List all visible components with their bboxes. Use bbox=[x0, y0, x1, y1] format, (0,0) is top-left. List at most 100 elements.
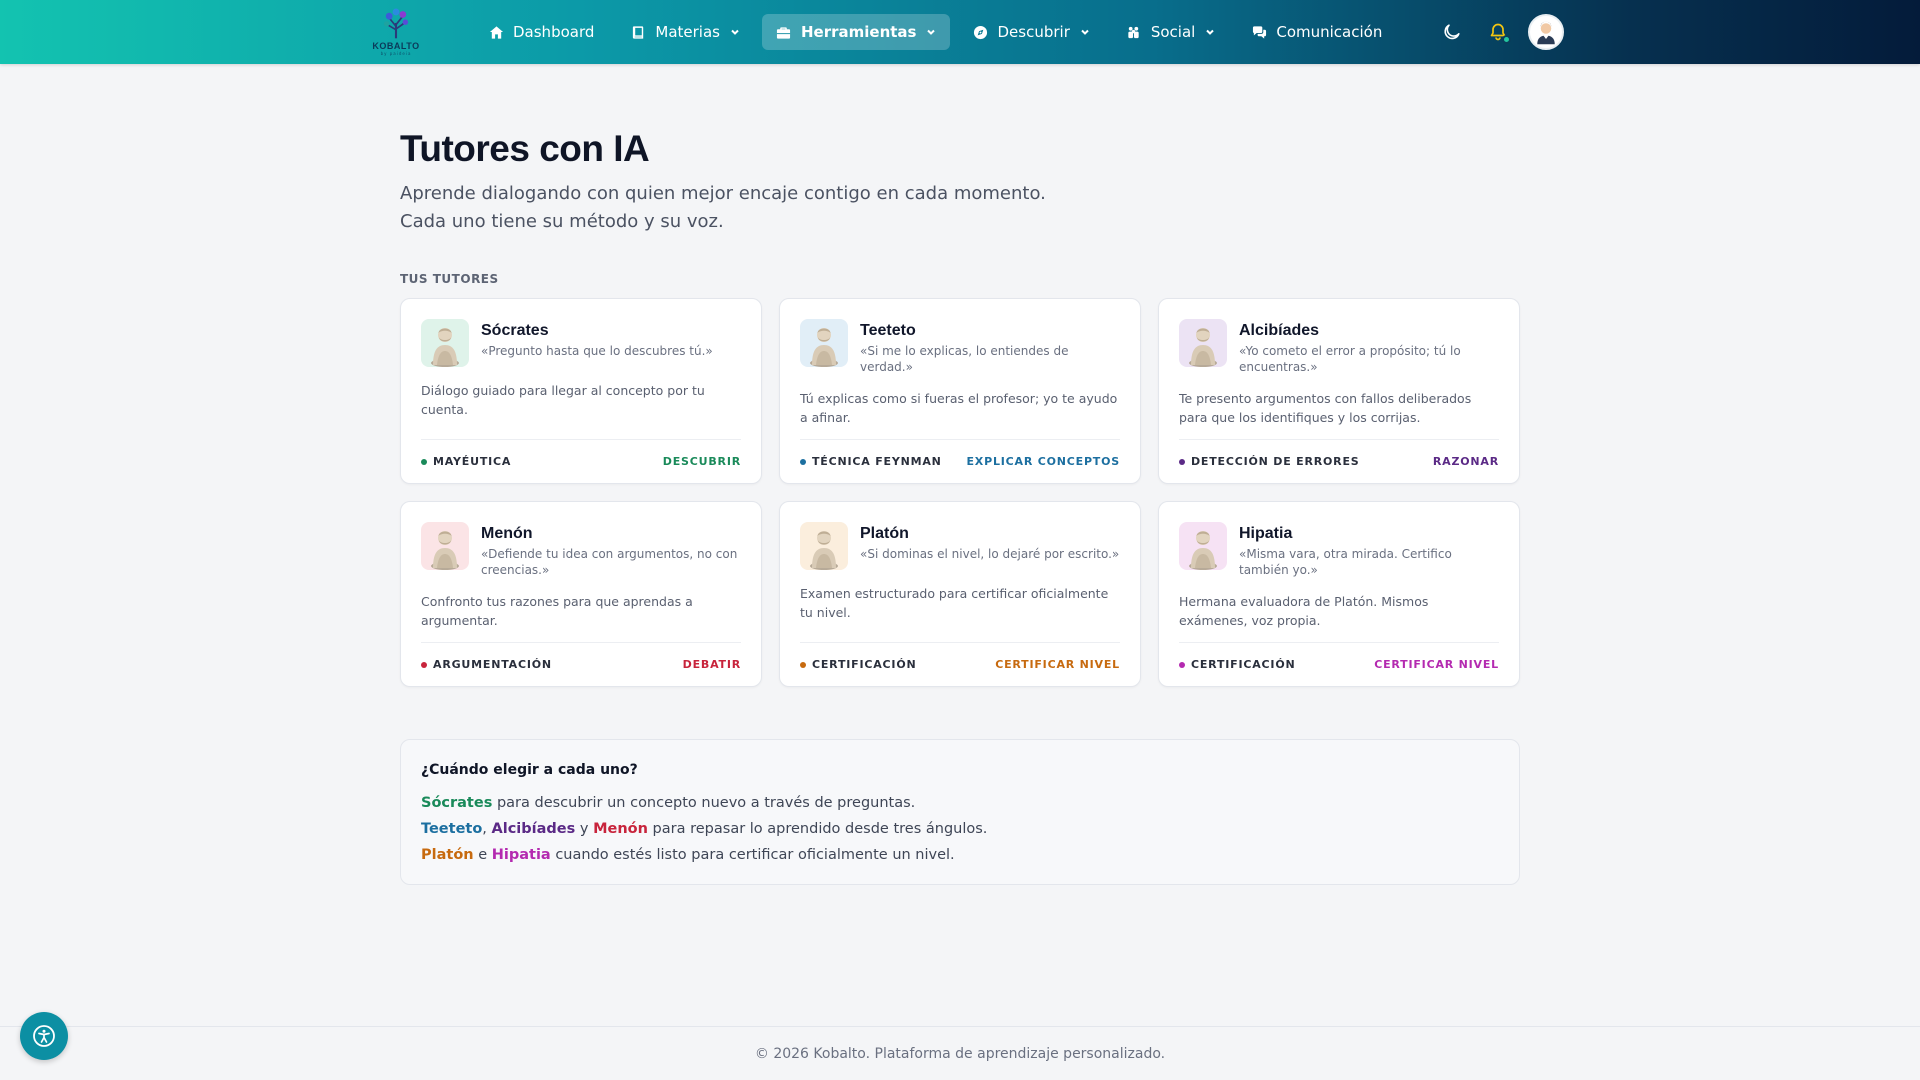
tutor-portrait bbox=[800, 319, 848, 367]
chevron-down-icon bbox=[926, 27, 936, 37]
chat-icon bbox=[1251, 24, 1267, 40]
tag-dot bbox=[1179, 661, 1185, 668]
tutor-card-platon[interactable]: Platón «Si dominas el nivel, lo dejaré p… bbox=[779, 501, 1141, 687]
guide-text: para descubrir un concepto nuevo a travé… bbox=[492, 795, 916, 811]
home-icon bbox=[488, 24, 504, 40]
tutor-quote: «Defiende tu idea con argumentos, no con… bbox=[481, 547, 738, 577]
nav-social[interactable]: Social bbox=[1112, 14, 1229, 50]
tutor-portrait bbox=[1179, 319, 1227, 367]
tag-dot bbox=[421, 458, 427, 465]
tutor-method-tag: DETECCIÓN DE ERRORES bbox=[1179, 455, 1359, 468]
tutor-card-alcibiades[interactable]: Alcibíades «Yo cometo el error a propósi… bbox=[1158, 298, 1520, 484]
users-icon bbox=[1126, 24, 1142, 40]
tree-logo-icon bbox=[383, 8, 409, 39]
guide-separator: e bbox=[473, 847, 492, 863]
tutor-quote: «Si dominas el nivel, lo dejaré por escr… bbox=[860, 547, 1120, 561]
footer-text: © 2026 Kobalto. Plataforma de aprendizaj… bbox=[754, 1045, 1166, 1062]
moon-icon bbox=[1444, 24, 1460, 40]
tutor-action-button[interactable]: CERTIFICAR NIVEL bbox=[1374, 658, 1499, 671]
tutor-name: Platón bbox=[860, 525, 909, 542]
tutor-method-tag: ARGUMENTACIÓN bbox=[421, 658, 552, 671]
tutor-name: Menón bbox=[481, 525, 533, 542]
nav-dashboard-label: Dashboard bbox=[513, 23, 595, 41]
tutor-method-tag: MAYÉUTICA bbox=[421, 455, 511, 468]
nav-dashboard[interactable]: Dashboard bbox=[474, 14, 608, 50]
user-avatar[interactable] bbox=[1528, 14, 1564, 50]
guide-line-1: Sócrates para descubrir un concepto nuev… bbox=[421, 790, 1499, 816]
subtitle-line-2: Cada uno tiene su método y su voz. bbox=[400, 211, 724, 232]
tutor-grid: Sócrates «Pregunto hasta que lo descubre… bbox=[400, 298, 1520, 687]
tutor-portrait bbox=[421, 319, 469, 367]
tutor-method-tag: CERTIFICACIÓN bbox=[800, 658, 916, 671]
page-title: Tutores con IA bbox=[400, 128, 650, 169]
tutor-card-teeteto[interactable]: Teeteto «Si me lo explicas, lo entiendes… bbox=[779, 298, 1141, 484]
tutor-card-menon[interactable]: Menón «Defiende tu idea con argumentos, … bbox=[400, 501, 762, 687]
notifications-button[interactable] bbox=[1478, 12, 1518, 52]
guide-name-alcibiades: Alcibíades bbox=[491, 821, 576, 837]
tutor-description: Confronto tus razones para que aprendas … bbox=[421, 594, 693, 628]
philosopher-statue-icon bbox=[431, 531, 459, 570]
brand-logo[interactable]: KOBALTO by paideia bbox=[372, 6, 420, 58]
tutor-description: Tú explicas como si fueras el profesor; … bbox=[800, 391, 1118, 425]
guide-line-3: Platón e Hipatia cuando estés listo para… bbox=[421, 842, 1499, 868]
nav-comunicacion[interactable]: Comunicación bbox=[1237, 14, 1396, 50]
tutor-description: Examen estructurado para certificar ofic… bbox=[800, 586, 1109, 620]
tutor-description: Te presento argumentos con fallos delibe… bbox=[1179, 391, 1472, 425]
tutor-name: Sócrates bbox=[481, 322, 549, 339]
compass-icon bbox=[972, 24, 988, 40]
tag-label: DETECCIÓN DE ERRORES bbox=[1191, 455, 1360, 468]
section-label: TUS TUTORES bbox=[400, 272, 499, 286]
philosopher-statue-icon bbox=[1189, 531, 1217, 570]
tag-label: CERTIFICACIÓN bbox=[812, 658, 917, 671]
guide-text: cuando estés listo para certificar ofici… bbox=[550, 847, 955, 863]
tag-label: ARGUMENTACIÓN bbox=[433, 658, 552, 671]
tutor-action-button[interactable]: DESCUBRIR bbox=[663, 455, 741, 468]
tutor-card-socrates[interactable]: Sócrates «Pregunto hasta que lo descubre… bbox=[400, 298, 762, 484]
tag-label: CERTIFICACIÓN bbox=[1191, 658, 1296, 671]
tutor-card-hipatia[interactable]: Hipatia «Misma vara, otra mirada. Certif… bbox=[1158, 501, 1520, 687]
tutor-action-button[interactable]: DEBATIR bbox=[683, 658, 741, 671]
philosopher-statue-icon bbox=[431, 328, 459, 367]
philosopher-statue-icon bbox=[810, 328, 838, 367]
nav-comunicacion-label: Comunicación bbox=[1276, 23, 1383, 41]
guide-name-socrates: Sócrates bbox=[421, 795, 493, 811]
user-avatar-icon bbox=[1537, 21, 1555, 45]
top-navigation-bar: KOBALTO by paideia Dashboard Materias He… bbox=[0, 0, 1920, 64]
guide-line-2: Teeteto, Alcibíades y Menón para repasar… bbox=[421, 816, 1499, 842]
tutor-action-button[interactable]: RAZONAR bbox=[1433, 455, 1499, 468]
page-footer: © 2026 Kobalto. Plataforma de aprendizaj… bbox=[0, 1026, 1920, 1080]
book-icon bbox=[630, 24, 646, 40]
guide-name-hipatia: Hipatia bbox=[491, 847, 551, 863]
philosopher-statue-icon bbox=[810, 531, 838, 570]
chevron-down-icon bbox=[730, 27, 740, 37]
nav-herramientas[interactable]: Herramientas bbox=[761, 14, 951, 50]
header-tools bbox=[1432, 12, 1564, 52]
tutor-selection-guide: ¿Cuándo elegir a cada uno? Sócrates para… bbox=[400, 739, 1520, 885]
tutor-action-button[interactable]: CERTIFICAR NIVEL bbox=[995, 658, 1120, 671]
main-nav: Dashboard Materias Herramientas Descubri… bbox=[474, 14, 1404, 50]
tag-dot bbox=[1179, 458, 1185, 465]
brand-tagline: by paideia bbox=[380, 51, 412, 56]
tutor-quote: «Pregunto hasta que lo descubres tú.» bbox=[481, 344, 713, 358]
accessibility-icon bbox=[33, 1025, 55, 1047]
tutor-portrait bbox=[800, 522, 848, 570]
notification-status-dot bbox=[1502, 35, 1511, 44]
accessibility-button[interactable] bbox=[20, 1012, 68, 1060]
guide-name-teeteto: Teeteto bbox=[421, 821, 483, 837]
tutor-portrait bbox=[1179, 522, 1227, 570]
theme-toggle-button[interactable] bbox=[1432, 12, 1472, 52]
page-subtitle: Aprende dialogando con quien mejor encaj… bbox=[400, 180, 1520, 236]
guide-name-menon: Menón bbox=[593, 821, 648, 837]
guide-name-platon: Platón bbox=[421, 847, 474, 863]
nav-materias[interactable]: Materias bbox=[616, 14, 754, 50]
tutor-description: Hermana evaluadora de Platón. Mismos exá… bbox=[1179, 594, 1429, 628]
tutor-action-button[interactable]: EXPLICAR CONCEPTOS bbox=[966, 455, 1120, 468]
nav-materias-label: Materias bbox=[655, 23, 720, 41]
tutor-quote: «Yo cometo el error a propósito; tú lo e… bbox=[1239, 344, 1461, 374]
tag-dot bbox=[800, 458, 806, 465]
main-content: Tutores con IA Aprende dialogando con qu… bbox=[400, 126, 1520, 885]
briefcase-icon bbox=[776, 24, 792, 40]
nav-descubrir[interactable]: Descubrir bbox=[958, 14, 1103, 50]
nav-descubrir-label: Descubrir bbox=[997, 23, 1070, 41]
tutor-portrait bbox=[421, 522, 469, 570]
